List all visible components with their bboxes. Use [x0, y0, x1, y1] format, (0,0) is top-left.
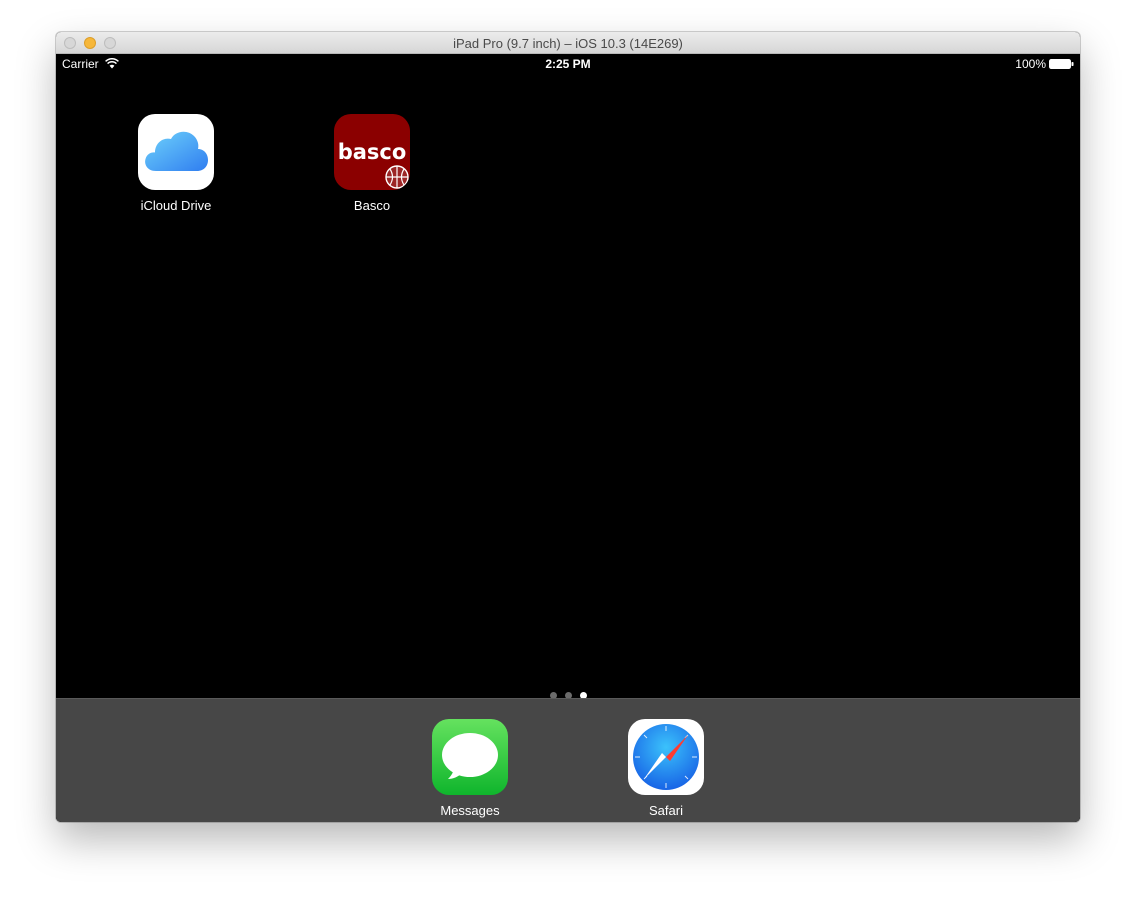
safari-icon [628, 719, 704, 795]
status-bar: Carrier 2:25 PM 100% [56, 54, 1080, 74]
icloud-drive-icon [138, 114, 214, 190]
basco-logo-text: basco [338, 140, 407, 164]
basco-icon: basco [334, 114, 410, 190]
status-time: 2:25 PM [545, 57, 591, 71]
app-label: iCloud Drive [140, 198, 212, 213]
dock-app-safari[interactable]: Safari [616, 719, 716, 818]
battery-percentage: 100% [1015, 57, 1046, 71]
window-title: iPad Pro (9.7 inch) – iOS 10.3 (14E269) [453, 36, 683, 51]
page-indicator[interactable] [56, 686, 1080, 699]
simulator-window: iPad Pro (9.7 inch) – iOS 10.3 (14E269) … [56, 32, 1080, 822]
app-basco[interactable]: basco Basco [322, 114, 422, 213]
dock: Messages Safari [56, 698, 1080, 822]
app-icloud-drive[interactable]: iCloud Drive [126, 114, 226, 213]
title-bar[interactable]: iPad Pro (9.7 inch) – iOS 10.3 (14E269) [56, 32, 1080, 54]
messages-icon [432, 719, 508, 795]
ipad-screen: Carrier 2:25 PM 100% iCloud Drive basco … [56, 54, 1080, 822]
app-label: Messages [440, 803, 500, 818]
app-label: Basco [353, 198, 391, 213]
app-label: Safari [649, 803, 683, 818]
battery-icon [1049, 59, 1074, 69]
dock-app-messages[interactable]: Messages [420, 719, 520, 818]
